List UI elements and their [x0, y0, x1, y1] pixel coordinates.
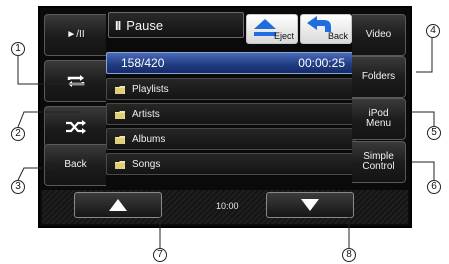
callout-6: 6 — [427, 180, 441, 194]
callout-5: 5 — [427, 126, 441, 140]
callout-7: 7 — [153, 248, 167, 262]
callout-4: 4 — [426, 24, 440, 38]
callout-leader-lines — [17, 38, 435, 248]
callout-2: 2 — [11, 127, 25, 141]
callout-1: 1 — [11, 42, 25, 56]
callout-3: 3 — [11, 180, 25, 194]
callout-8: 8 — [342, 248, 356, 262]
